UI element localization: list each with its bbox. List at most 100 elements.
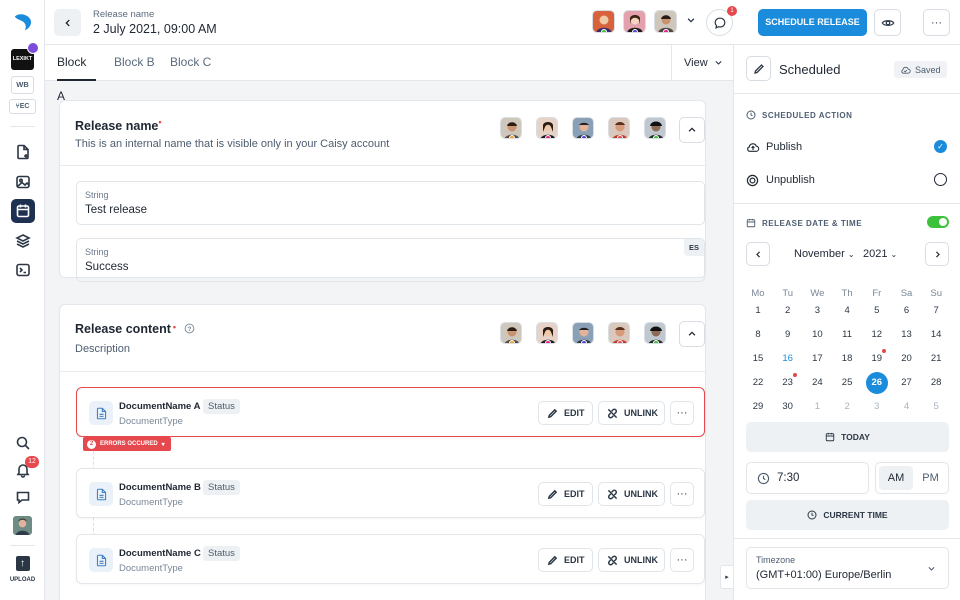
media-icon[interactable] bbox=[12, 171, 34, 193]
calendar-day[interactable]: 28 bbox=[925, 372, 947, 394]
calendar-day[interactable]: 1 bbox=[806, 396, 828, 418]
calendar-day[interactable]: 4 bbox=[896, 396, 918, 418]
action-option-unpublish[interactable]: Unpublish bbox=[746, 170, 949, 190]
upload-button[interactable]: ↑ UPLOAD bbox=[4, 556, 41, 590]
next-month-button[interactable] bbox=[925, 242, 949, 266]
collaborator-avatar[interactable] bbox=[644, 117, 666, 139]
release-date[interactable]: 2 July 2021, 09:00 AM bbox=[93, 22, 217, 36]
schedule-release-button[interactable]: SCHEDULE RELEASE bbox=[758, 9, 867, 36]
calendar-day[interactable]: 18 bbox=[836, 348, 858, 370]
document-name[interactable]: DocumentName C bbox=[119, 548, 201, 559]
calendar-day[interactable]: 3 bbox=[866, 396, 888, 418]
action-option-publish[interactable]: Publish ✓ bbox=[746, 137, 949, 157]
document-card-a[interactable]: DocumentName A Status DocumentType EDIT … bbox=[76, 387, 705, 437]
collaborator-avatar[interactable] bbox=[500, 322, 522, 344]
field-value[interactable]: Success bbox=[85, 261, 128, 273]
collaborator-avatar[interactable] bbox=[623, 10, 646, 33]
calendar-day[interactable]: 10 bbox=[806, 324, 828, 346]
collaborator-avatar[interactable] bbox=[572, 322, 594, 344]
today-button[interactable]: TODAY bbox=[746, 422, 949, 452]
timezone-select[interactable]: Timezone (GMT+01:00) Europe/Berlin bbox=[746, 547, 949, 589]
tab-block-a[interactable]: Block A bbox=[57, 45, 96, 103]
field-value[interactable]: Test release bbox=[85, 204, 147, 216]
releases-calendar-icon[interactable] bbox=[11, 199, 35, 223]
document-card-c[interactable]: DocumentName C Status DocumentType EDIT … bbox=[76, 534, 705, 584]
am-option[interactable]: AM bbox=[879, 466, 913, 490]
document-more-button[interactable]: ··· bbox=[670, 401, 694, 425]
calendar-day[interactable]: 15 bbox=[747, 348, 769, 370]
calendar-day[interactable]: 4 bbox=[836, 300, 858, 322]
collaborator-avatar[interactable] bbox=[608, 117, 630, 139]
caisy-logo[interactable] bbox=[11, 10, 35, 34]
preview-button[interactable] bbox=[874, 9, 901, 36]
calendar-day[interactable]: 14 bbox=[925, 324, 947, 346]
collaborator-avatar[interactable] bbox=[644, 322, 666, 344]
current-time-button[interactable]: CURRENT TIME bbox=[746, 500, 949, 530]
calendar-day[interactable]: 11 bbox=[836, 324, 858, 346]
collapse-button[interactable] bbox=[679, 117, 705, 143]
calendar-day[interactable]: 16 bbox=[777, 348, 799, 370]
document-more-button[interactable]: ··· bbox=[670, 482, 694, 506]
collaborator-avatar[interactable] bbox=[654, 10, 677, 33]
terminal-icon[interactable] bbox=[12, 259, 34, 281]
edit-button[interactable]: EDIT bbox=[538, 401, 593, 425]
unlink-button[interactable]: UNLINK bbox=[598, 482, 665, 506]
calendar-day[interactable]: 5 bbox=[925, 396, 947, 418]
year-select[interactable]: 2021 ⌄ bbox=[863, 248, 897, 260]
chat-icon[interactable] bbox=[12, 486, 34, 508]
release-name-locale-field[interactable]: String Success ES bbox=[76, 238, 705, 282]
calendar-day[interactable]: 2 bbox=[836, 396, 858, 418]
collaborator-avatar[interactable] bbox=[536, 322, 558, 344]
calendar-day[interactable]: 13 bbox=[896, 324, 918, 346]
edit-button[interactable]: EDIT bbox=[538, 548, 593, 572]
calendar-day[interactable]: 5 bbox=[866, 300, 888, 322]
unlink-button[interactable]: UNLINK bbox=[598, 548, 665, 572]
edit-button[interactable]: EDIT bbox=[538, 482, 593, 506]
calendar-day[interactable]: 26 bbox=[865, 372, 888, 394]
collapse-button[interactable] bbox=[679, 321, 705, 347]
pm-option[interactable]: PM bbox=[914, 466, 947, 490]
workspace-button[interactable]: WB bbox=[11, 76, 34, 94]
calendar-day[interactable]: 2 bbox=[777, 300, 799, 322]
calendar-day[interactable]: 9 bbox=[777, 324, 799, 346]
collaborator-avatar[interactable] bbox=[500, 117, 522, 139]
time-input[interactable]: 7:30 bbox=[746, 462, 869, 494]
prev-month-button[interactable] bbox=[746, 242, 770, 266]
document-more-button[interactable]: ··· bbox=[670, 548, 694, 572]
avatars-dropdown-chevron-icon[interactable] bbox=[686, 15, 696, 25]
back-button[interactable] bbox=[54, 9, 81, 36]
user-avatar[interactable] bbox=[13, 516, 32, 535]
calendar-day[interactable]: 7 bbox=[925, 300, 947, 322]
calendar-day[interactable]: 23 bbox=[777, 372, 799, 394]
panel-toggle-handle[interactable]: ▸ bbox=[720, 565, 733, 589]
date-toggle[interactable] bbox=[927, 216, 949, 228]
calendar-day[interactable]: 8 bbox=[747, 324, 769, 346]
branch-button[interactable]: ⑂EC bbox=[9, 99, 36, 114]
help-icon[interactable]: ? bbox=[184, 323, 195, 334]
calendar-day[interactable]: 1 bbox=[747, 300, 769, 322]
calendar-day[interactable]: 29 bbox=[747, 396, 769, 418]
tab-block-c[interactable]: Block C bbox=[170, 45, 211, 81]
search-icon[interactable] bbox=[12, 432, 34, 454]
calendar-day[interactable]: 6 bbox=[896, 300, 918, 322]
layers-icon[interactable] bbox=[12, 230, 34, 252]
unlink-button[interactable]: UNLINK bbox=[598, 401, 665, 425]
calendar-day[interactable]: 17 bbox=[806, 348, 828, 370]
radio-unselected-icon[interactable] bbox=[934, 173, 947, 186]
calendar-day[interactable]: 3 bbox=[806, 300, 828, 322]
calendar-day[interactable]: 25 bbox=[836, 372, 858, 394]
document-card-b[interactable]: DocumentName B Status DocumentType EDIT … bbox=[76, 468, 705, 518]
collaborator-avatar[interactable] bbox=[608, 322, 630, 344]
errors-dropdown[interactable]: 2 ERRORS OCCURED ▾ bbox=[83, 437, 171, 451]
collaborator-avatar[interactable] bbox=[592, 10, 615, 33]
tab-block-b[interactable]: Block B bbox=[114, 45, 155, 81]
calendar-day[interactable]: 24 bbox=[806, 372, 828, 394]
more-options-button[interactable]: ··· bbox=[923, 9, 950, 36]
calendar-day[interactable]: 12 bbox=[866, 324, 888, 346]
calendar-day[interactable]: 30 bbox=[777, 396, 799, 418]
calendar-day[interactable]: 21 bbox=[925, 348, 947, 370]
document-name[interactable]: DocumentName A bbox=[119, 401, 200, 412]
view-dropdown[interactable]: View bbox=[671, 45, 733, 80]
calendar-day[interactable]: 19 bbox=[866, 348, 888, 370]
document-name[interactable]: DocumentName B bbox=[119, 482, 201, 493]
